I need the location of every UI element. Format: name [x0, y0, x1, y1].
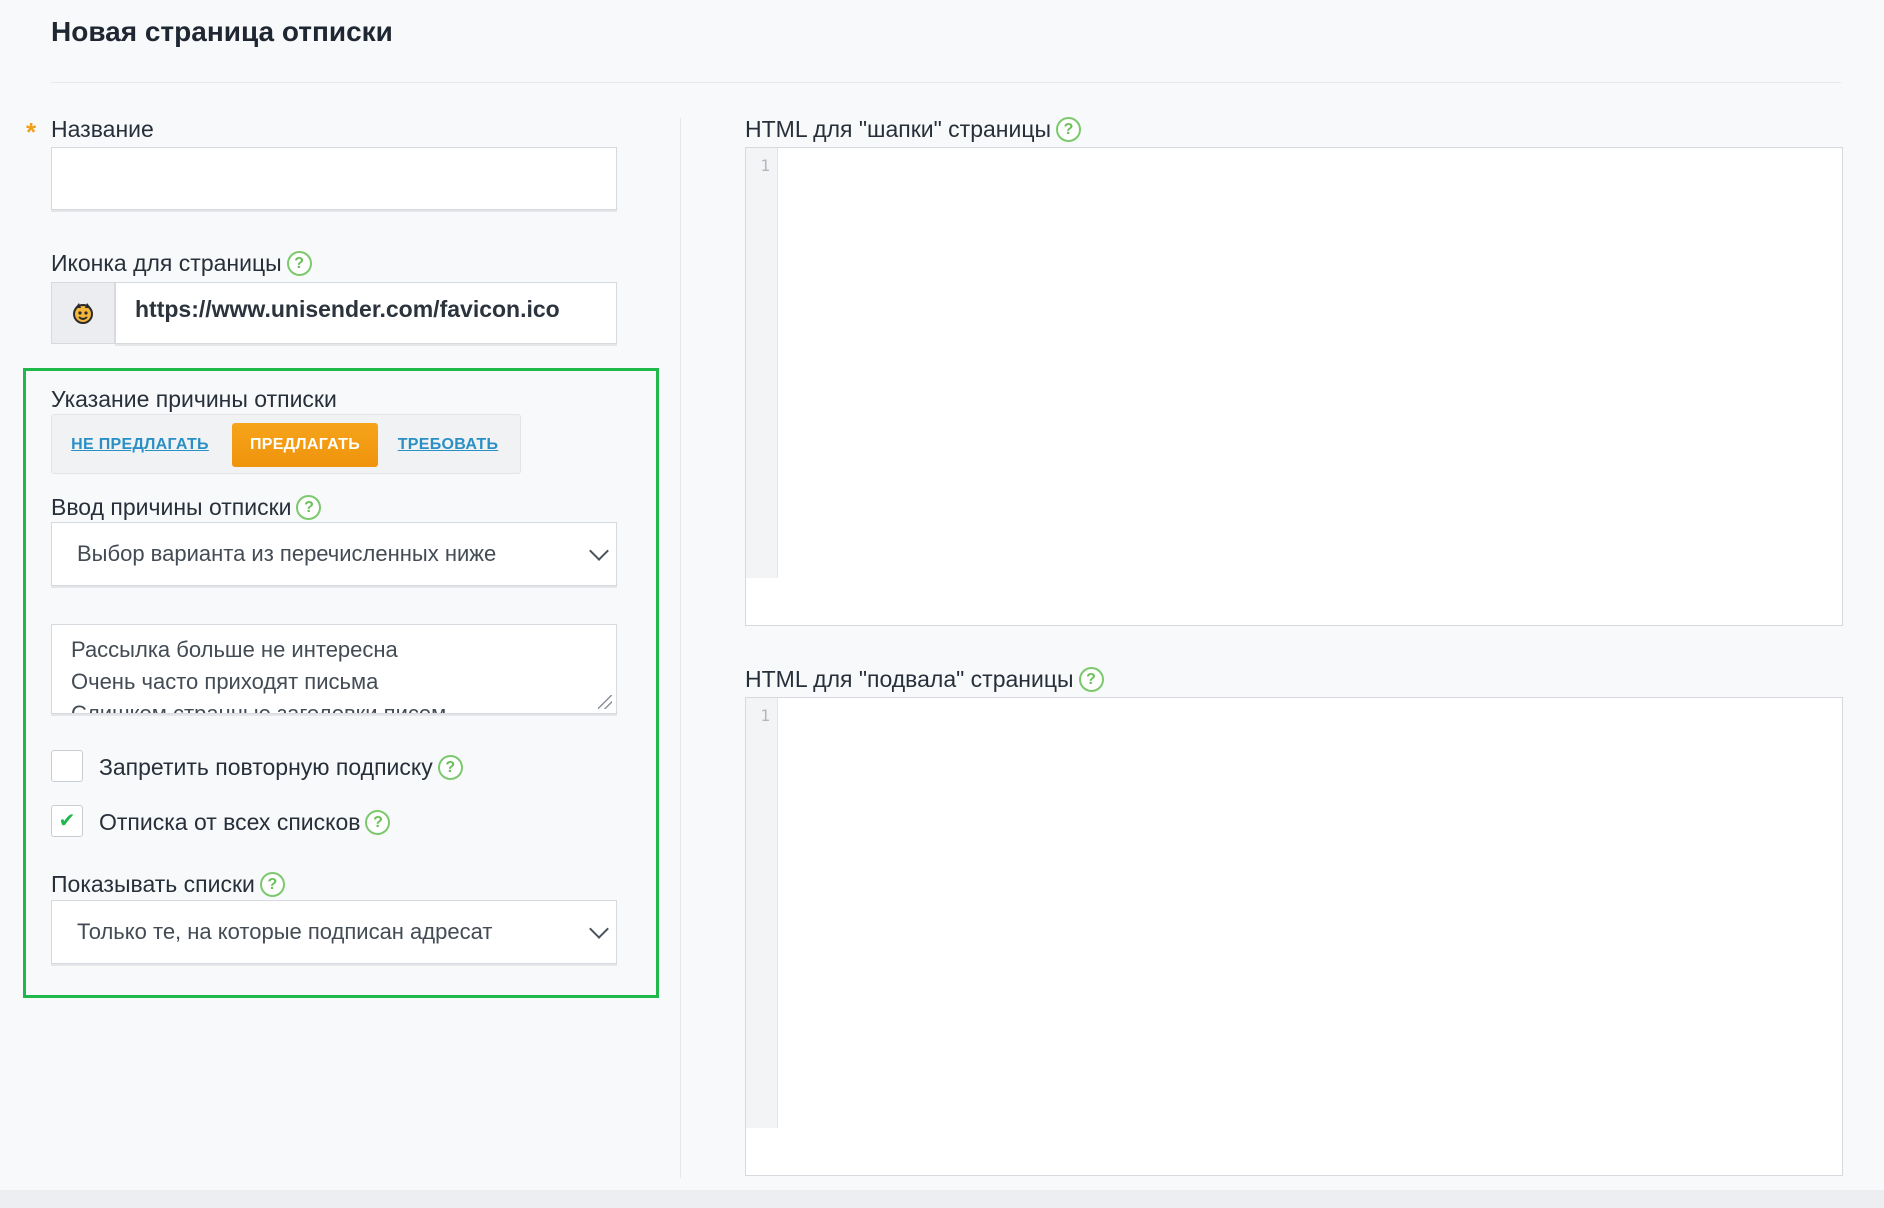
help-icon[interactable]: ?: [286, 251, 312, 276]
unsubscribe-all-checkbox[interactable]: ✔: [51, 805, 83, 837]
forbid-resubscribe-label-text: Запретить повторную подписку: [99, 754, 433, 780]
show-lists-label-text: Показывать списки: [51, 871, 255, 897]
reason-input-label-text: Ввод причины отписки: [51, 494, 292, 520]
name-input[interactable]: [51, 147, 617, 210]
name-label-text: Название: [51, 116, 154, 142]
name-label: Название: [51, 116, 154, 143]
icon-label: Иконка для страницы ?: [51, 250, 312, 277]
help-icon[interactable]: ?: [437, 755, 463, 780]
reason-label-text: Указание причины отписки: [51, 386, 337, 412]
header-html-editor[interactable]: 1: [745, 147, 1843, 626]
line-number: 1: [760, 706, 770, 725]
unsubscribe-all-label[interactable]: Отписка от всех списков ?: [99, 809, 391, 836]
reason-input-label: Ввод причины отписки ?: [51, 494, 322, 521]
title-divider: [51, 82, 1841, 83]
reason-segmented-control: НЕ ПРЕДЛАГАТЬ ПРЕДЛАГАТЬ ТРЕБОВАТЬ: [51, 414, 521, 474]
reason-option-require[interactable]: ТРЕБОВАТЬ: [392, 423, 504, 467]
unsubscribe-all-label-text: Отписка от всех списков: [99, 809, 361, 835]
reason-line: Очень часто приходят письма: [71, 669, 379, 694]
help-icon[interactable]: ?: [259, 872, 285, 897]
reason-input-select-value: Выбор варианта из перечисленных ниже: [77, 541, 497, 566]
favicon-preview: [51, 282, 115, 344]
reason-option-offer[interactable]: ПРЕДЛАГАТЬ: [232, 423, 378, 467]
help-icon[interactable]: ?: [296, 495, 322, 520]
show-lists-label: Показывать списки ?: [51, 871, 285, 898]
page-title: Новая страница отписки: [51, 16, 393, 47]
resize-handle[interactable]: [598, 695, 612, 709]
reasons-textarea[interactable]: Рассылка больше не интересна Очень часто…: [51, 624, 617, 714]
reason-label: Указание причины отписки: [51, 386, 337, 413]
reason-option-do-not-offer[interactable]: НЕ ПРЕДЛАГАТЬ: [70, 423, 210, 467]
required-asterisk: *: [26, 117, 37, 147]
help-icon[interactable]: ?: [365, 810, 391, 835]
show-lists-select-value: Только те, на которые подписан адресат: [77, 919, 493, 944]
unisender-logo-icon: [73, 303, 93, 324]
forbid-resubscribe-label[interactable]: Запретить повторную подписку ?: [99, 754, 463, 781]
footer-html-label-text: HTML для "подвала" страницы: [745, 666, 1074, 692]
column-divider: [680, 118, 681, 1178]
reason-line: Рассылка больше не интересна: [71, 637, 398, 662]
header-html-label-text: HTML для "шапки" страницы: [745, 116, 1052, 142]
forbid-resubscribe-checkbox[interactable]: [51, 750, 83, 782]
checkmark-icon: ✔: [58, 810, 76, 832]
line-gutter: 1: [746, 698, 778, 1128]
line-number: 1: [760, 156, 770, 175]
header-html-label: HTML для "шапки" страницы ?: [745, 116, 1082, 143]
footer-html-editor[interactable]: 1: [745, 697, 1843, 1176]
icon-label-text: Иконка для страницы: [51, 250, 282, 276]
help-icon[interactable]: ?: [1056, 117, 1082, 142]
bottom-strip: [0, 1190, 1884, 1208]
icon-url-value: https://www.unisender.com/favicon.ico: [135, 296, 560, 322]
footer-html-label: HTML для "подвала" страницы ?: [745, 666, 1104, 693]
help-icon[interactable]: ?: [1078, 667, 1104, 692]
reason-line: Слишком странные заголовки писем: [71, 701, 447, 714]
line-gutter: 1: [746, 148, 778, 578]
